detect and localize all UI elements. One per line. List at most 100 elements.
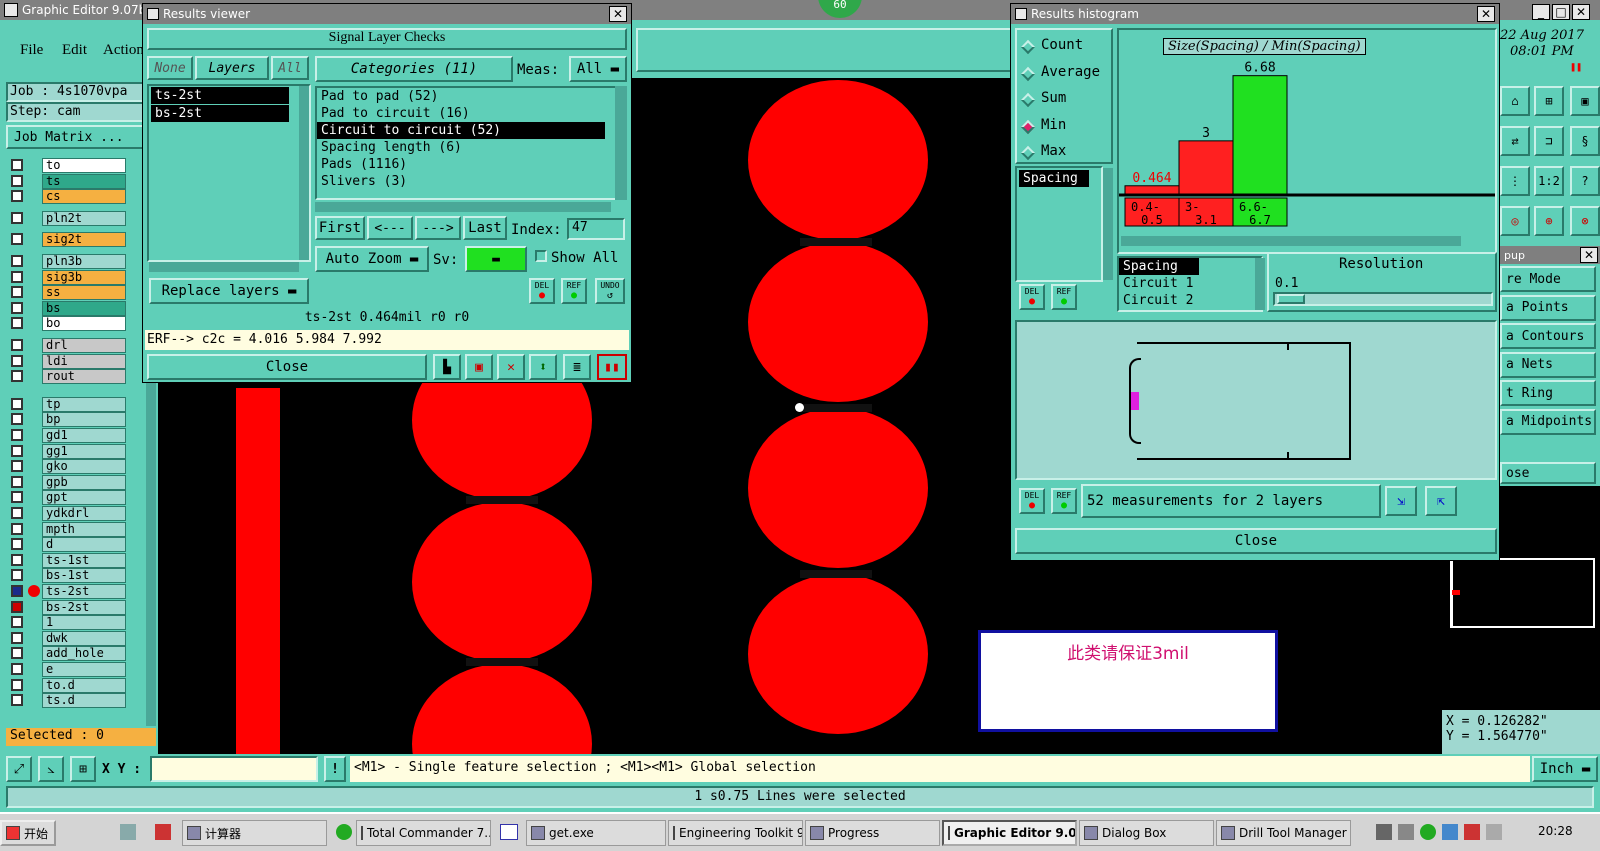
tool-icon[interactable]: ≣: [563, 354, 591, 380]
radio-average[interactable]: [1020, 66, 1036, 81]
popup-item[interactable]: re Mode: [1500, 266, 1596, 292]
layer-item[interactable]: pln3b: [42, 254, 126, 269]
layer-item[interactable]: drl: [42, 338, 126, 353]
tool-icon[interactable]: ✕: [497, 354, 525, 380]
toolbar-icon[interactable]: 1:2: [1534, 166, 1564, 196]
scrollbar[interactable]: [1103, 168, 1113, 280]
layer-checkbox[interactable]: [11, 397, 23, 410]
last-button[interactable]: Last: [463, 216, 507, 240]
toolbar-icon[interactable]: ⊕: [1534, 206, 1564, 236]
ref-button[interactable]: REF ●: [1051, 488, 1077, 514]
category-item[interactable]: Circuit to circuit (52): [317, 122, 605, 139]
scrollbar[interactable]: [1255, 258, 1265, 310]
layer-item[interactable]: sig2t: [42, 232, 126, 248]
toolbar-icon[interactable]: ◎: [1500, 206, 1530, 236]
index-input[interactable]: 47: [567, 218, 625, 240]
layer-checkbox[interactable]: [11, 174, 23, 187]
xy-input[interactable]: [150, 756, 318, 782]
scrollbar[interactable]: [299, 86, 309, 260]
histogram-bar[interactable]: [1178, 140, 1234, 195]
layer-checkbox[interactable]: [11, 585, 23, 597]
taskbar-item[interactable]: Engineering Toolkit 9....: [668, 820, 803, 846]
layer-checkbox[interactable]: [11, 370, 23, 383]
scrollbar[interactable]: [315, 202, 611, 212]
layer-item[interactable]: gpb: [42, 474, 126, 490]
pdf-icon[interactable]: [155, 824, 171, 840]
tray-icon[interactable]: [1398, 824, 1414, 840]
layer-checkbox[interactable]: [11, 354, 23, 367]
layer-item[interactable]: bs-2st: [42, 599, 126, 615]
layer-item[interactable]: gd1: [42, 428, 126, 443]
radio-count[interactable]: [1020, 39, 1036, 55]
measure-icon[interactable]: ⦣: [38, 756, 64, 782]
layer-checkbox[interactable]: [11, 286, 23, 299]
hist-close-button[interactable]: Close: [1015, 528, 1497, 554]
result-layer-item[interactable]: bs-2st: [151, 105, 289, 122]
layer-item[interactable]: pln2t: [42, 210, 126, 226]
grid-icon[interactable]: ⊞: [70, 756, 96, 782]
histogram-bar[interactable]: [1124, 185, 1180, 195]
maximize-icon[interactable]: □: [1552, 4, 1570, 20]
category-item[interactable]: Pads (1116): [317, 156, 615, 173]
toolbar-icon[interactable]: ⊐: [1534, 126, 1564, 156]
toolbar-icon[interactable]: ⊞: [1534, 86, 1564, 116]
radio-max[interactable]: [1020, 145, 1036, 161]
taskbar-item-active[interactable]: Graphic Editor 9.0...: [942, 820, 1077, 846]
res-list-item[interactable]: Circuit 2: [1119, 292, 1261, 309]
layer-item[interactable]: add_hole: [42, 646, 126, 662]
toolbar-icon[interactable]: ▣: [1570, 86, 1600, 116]
layer-checkbox[interactable]: [11, 694, 23, 707]
tray-icon[interactable]: [1376, 824, 1392, 840]
prev-button[interactable]: <---: [367, 216, 413, 240]
category-item[interactable]: Pad to pad (52): [317, 88, 615, 105]
del-button[interactable]: DEL ●: [1019, 284, 1045, 310]
tray-icon[interactable]: [1420, 824, 1436, 840]
res-list-item[interactable]: Spacing: [1119, 258, 1199, 275]
del-button[interactable]: DEL ●: [529, 278, 555, 304]
layer-item[interactable]: ts-1st: [42, 552, 126, 568]
sv-color-dropdown[interactable]: ▬: [465, 246, 527, 272]
layer-checkbox[interactable]: [11, 270, 23, 283]
units-dropdown[interactable]: Inch ▬: [1532, 756, 1598, 782]
category-item[interactable]: Pad to circuit (16): [317, 105, 615, 122]
layer-item[interactable]: sig3b: [42, 269, 126, 285]
layer-checkbox[interactable]: [11, 301, 23, 314]
toolbar-icon[interactable]: ⇄: [1500, 126, 1530, 156]
layer-item[interactable]: ydkdrl: [42, 506, 126, 521]
word-icon[interactable]: [500, 824, 518, 840]
layer-item[interactable]: bs-1st: [42, 568, 126, 584]
toolbar-icon[interactable]: ⌂: [1500, 86, 1530, 116]
del-button[interactable]: DEL ●: [1019, 488, 1045, 514]
layer-checkbox[interactable]: [11, 507, 23, 519]
quicklaunch-icon[interactable]: [120, 824, 136, 840]
taskbar-item[interactable]: Progress: [805, 820, 940, 846]
layer-checkbox[interactable]: [11, 616, 23, 629]
layer-item[interactable]: bs: [42, 300, 126, 316]
layer-checkbox[interactable]: [11, 600, 23, 613]
taskbar-item[interactable]: 计算器: [182, 820, 327, 846]
layer-checkbox[interactable]: [11, 678, 23, 691]
layer-checkbox[interactable]: [11, 663, 23, 675]
layer-item[interactable]: ts: [42, 173, 126, 189]
taskbar-item[interactable]: get.exe: [526, 820, 666, 846]
toolbar-icon[interactable]: ⊗: [1570, 206, 1600, 236]
layer-checkbox[interactable]: [11, 569, 23, 582]
none-button[interactable]: None: [147, 56, 193, 80]
tray-icon[interactable]: [1464, 824, 1480, 840]
layer-item[interactable]: 1: [42, 615, 126, 631]
res-list-item[interactable]: Circuit 1: [1119, 275, 1261, 292]
close-icon[interactable]: ✕: [1572, 4, 1590, 20]
layer-checkbox[interactable]: [11, 190, 23, 203]
layer-item[interactable]: d: [42, 537, 126, 553]
categories-button[interactable]: Categories (11): [315, 56, 513, 82]
scrollbar[interactable]: [1121, 236, 1461, 246]
job-matrix-button[interactable]: Job Matrix ...: [6, 125, 146, 149]
menu-file[interactable]: File: [20, 42, 43, 59]
layer-item[interactable]: ldi: [42, 353, 126, 369]
ref-button[interactable]: REF ●: [561, 278, 587, 304]
scrollbar[interactable]: [615, 86, 627, 200]
radio-sum[interactable]: [1020, 92, 1036, 108]
layer-item[interactable]: bp: [42, 412, 126, 428]
scrollbar[interactable]: [149, 262, 299, 272]
resolution-slider[interactable]: [1273, 292, 1493, 306]
